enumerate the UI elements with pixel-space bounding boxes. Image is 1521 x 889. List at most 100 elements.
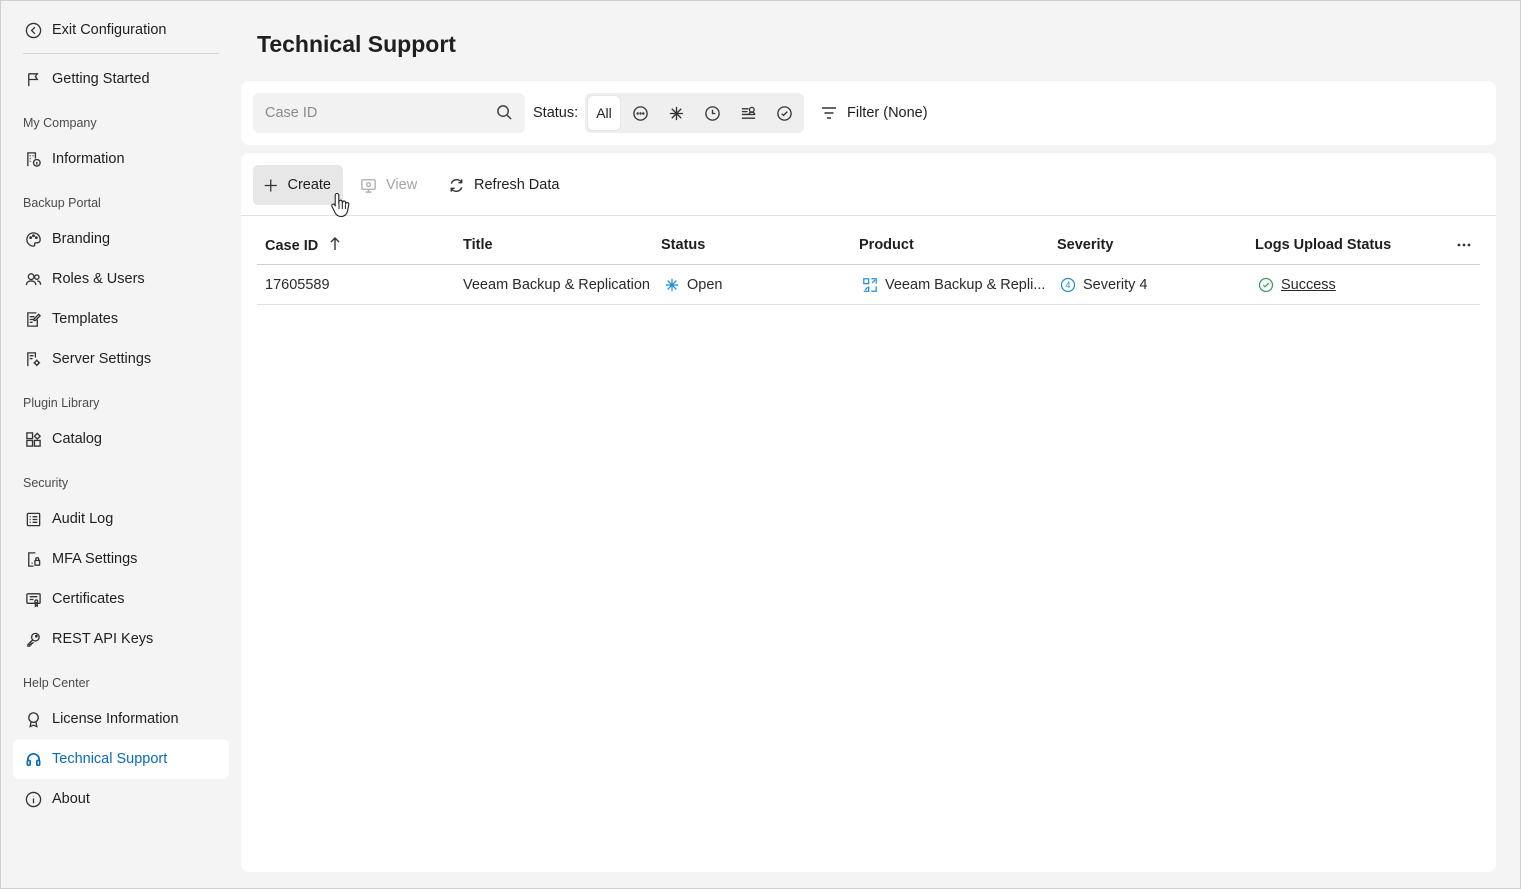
- status-filter-closed[interactable]: [766, 96, 802, 130]
- refresh-icon: [450, 178, 463, 192]
- sidebar-item-information[interactable]: Information: [13, 139, 229, 179]
- mfa-icon: [24, 550, 42, 568]
- sidebar-item-templates[interactable]: Templates: [13, 299, 229, 339]
- asterisk-icon: [665, 278, 679, 292]
- cell-case-id: 17605589: [265, 277, 330, 293]
- header-divider: [257, 264, 1480, 265]
- sidebar-item-technical-support[interactable]: Technical Support: [13, 739, 229, 779]
- sidebar-item-branding[interactable]: Branding: [13, 219, 229, 259]
- status-filter-pending[interactable]: [622, 96, 658, 130]
- cell-product: Veeam Backup & Repli...: [862, 277, 1045, 293]
- refresh-data-button[interactable]: Refresh Data: [438, 165, 571, 205]
- filter-bar: Status: All Filter (None): [241, 81, 1496, 145]
- column-header-case-id[interactable]: Case ID: [265, 237, 342, 255]
- sidebar-item-label: Getting Started: [52, 71, 150, 87]
- sidebar-item-getting-started[interactable]: Getting Started: [13, 59, 229, 99]
- column-header-logs-upload-status[interactable]: Logs Upload Status: [1255, 237, 1391, 253]
- building-info-icon: [24, 150, 42, 168]
- cell-title: Veeam Backup & Replication: [463, 277, 650, 293]
- page-title: Technical Support: [257, 31, 456, 57]
- clock-icon: [704, 105, 720, 121]
- section-label-plugin-library: Plugin Library: [23, 396, 100, 410]
- severity-text: Severity 4: [1083, 277, 1148, 293]
- view-button-label: View: [386, 177, 418, 193]
- column-header-title[interactable]: Title: [463, 237, 493, 253]
- table-panel: Create View Refresh Data Case ID Title S…: [241, 153, 1496, 872]
- status-text: Open: [687, 277, 723, 293]
- server-gear-icon: [24, 350, 42, 368]
- sidebar-item-label: Catalog: [52, 431, 102, 447]
- search-box: [253, 93, 525, 133]
- sidebar-item-server-settings[interactable]: Server Settings: [13, 339, 229, 379]
- palette-icon: [24, 230, 42, 248]
- severity-badge-icon: 4: [1060, 277, 1076, 293]
- sidebar-item-license-information[interactable]: License Information: [13, 699, 229, 739]
- sidebar-item-label: Branding: [52, 231, 111, 247]
- sidebar-divider: [23, 53, 219, 54]
- template-edit-icon: [24, 310, 42, 328]
- more-horizontal-icon: [1457, 243, 1471, 247]
- view-button[interactable]: View: [350, 165, 429, 205]
- award-icon: [24, 710, 42, 728]
- case-id-search-input[interactable]: [265, 105, 485, 121]
- sidebar-item-label: Technical Support: [52, 751, 168, 767]
- logs-upload-status-link[interactable]: Success: [1281, 277, 1336, 293]
- column-header-severity[interactable]: Severity: [1057, 237, 1113, 253]
- hand-cursor-icon: [330, 191, 352, 221]
- column-header-product[interactable]: Product: [859, 237, 914, 253]
- filter-button[interactable]: Filter (None): [821, 93, 928, 133]
- search-icon[interactable]: [496, 104, 513, 121]
- column-header-label: Case ID: [265, 238, 319, 254]
- create-button-label: Create: [287, 177, 331, 193]
- svg-text:4: 4: [1066, 280, 1071, 290]
- plus-icon: [264, 178, 277, 192]
- status-filter-waiting[interactable]: [730, 96, 766, 130]
- sidebar-item-catalog[interactable]: Catalog: [13, 419, 229, 459]
- headset-icon: [24, 750, 42, 768]
- info-icon: [24, 790, 42, 808]
- sidebar-item-label: Audit Log: [52, 511, 114, 527]
- certificate-icon: [24, 590, 42, 608]
- sidebar-item-about[interactable]: About: [13, 779, 229, 819]
- back-circle-icon: [24, 21, 42, 39]
- cell-logs-upload-status: Success: [1258, 277, 1336, 293]
- sidebar-item-roles-users[interactable]: Roles & Users: [13, 259, 229, 299]
- status-filter-group: All: [585, 93, 804, 133]
- filter-lines-icon: [822, 107, 836, 119]
- list-icon: [24, 510, 42, 528]
- section-label-security: Security: [23, 476, 69, 490]
- sidebar-item-audit-log[interactable]: Audit Log: [13, 499, 229, 539]
- product-icon: [863, 278, 877, 292]
- status-filter-open[interactable]: [658, 96, 694, 130]
- monitor-view-icon: [361, 178, 376, 193]
- sidebar-item-mfa-settings[interactable]: MFA Settings: [13, 539, 229, 579]
- users-icon: [24, 270, 42, 288]
- sidebar-item-label: Information: [52, 151, 125, 167]
- sidebar-item-label: About: [52, 791, 90, 807]
- status-filter-in-progress[interactable]: [694, 96, 730, 130]
- status-filter-all[interactable]: All: [588, 96, 620, 130]
- sidebar-item-label: Templates: [52, 311, 119, 327]
- flag-icon: [24, 70, 42, 88]
- row-divider: [257, 304, 1480, 305]
- ellipsis-circle-icon: [632, 105, 648, 121]
- sidebar-item-label: REST API Keys: [52, 631, 154, 647]
- section-label-my-company: My Company: [23, 116, 97, 130]
- waiting-person-icon: [741, 106, 755, 119]
- check-circle-icon: [1258, 277, 1274, 293]
- cell-status: Open: [664, 277, 722, 293]
- product-text: Veeam Backup & Repli...: [885, 277, 1046, 293]
- sidebar-item-rest-api-keys[interactable]: REST API Keys: [13, 619, 229, 659]
- column-header-status[interactable]: Status: [661, 237, 705, 253]
- status-label: Status:: [533, 105, 579, 121]
- refresh-data-label: Refresh Data: [474, 177, 560, 193]
- sidebar-item-certificates[interactable]: Certificates: [13, 579, 229, 619]
- sort-ascending-icon: [318, 237, 342, 255]
- exit-configuration-label: Exit Configuration: [52, 22, 167, 38]
- exit-configuration-button[interactable]: Exit Configuration: [13, 10, 229, 50]
- sidebar-item-label: MFA Settings: [52, 551, 138, 567]
- asterisk-icon: [669, 106, 683, 120]
- column-options-button[interactable]: [1454, 233, 1474, 257]
- sidebar-item-label: Server Settings: [52, 351, 152, 367]
- check-circle-icon: [776, 105, 792, 121]
